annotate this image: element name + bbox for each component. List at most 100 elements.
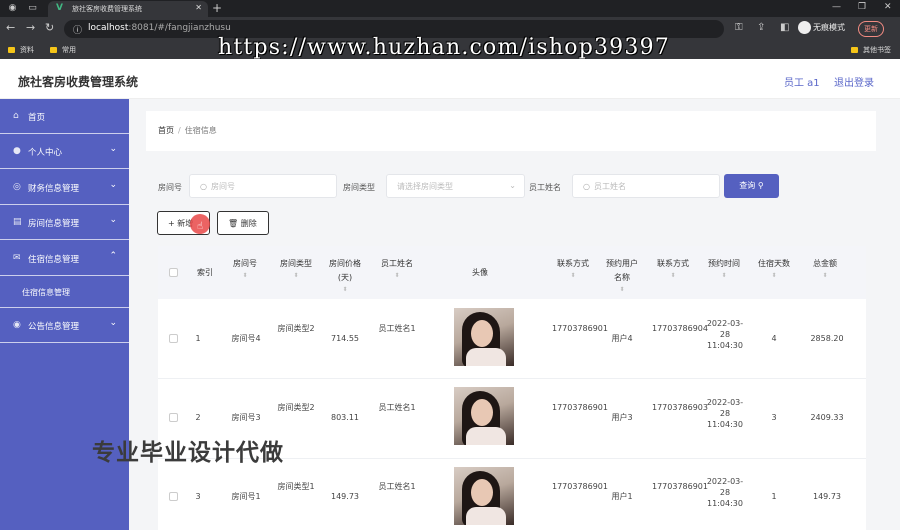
click-cursor-indicator: ☝ (190, 214, 210, 234)
cell-room-no: 房间号4 (231, 334, 261, 343)
column-header[interactable]: 联系方式 ⬍ (651, 257, 695, 280)
select-all-checkbox[interactable] (169, 268, 178, 277)
cell-booking-time: 2022-03-28 11:04:30 (706, 398, 744, 429)
reload-icon[interactable]: ↻ (45, 21, 54, 34)
current-user[interactable]: 员工 a1 (784, 74, 820, 89)
share-icon[interactable]: ⇪ (757, 22, 765, 33)
table-header: 索引 房间号 ⬍ 房间类型 ⬍ 房间价格(天) ⬍ 员工姓名 ⬍ 头像 联系方式 ⬍ 预约… (158, 246, 866, 299)
incognito-avatar (798, 21, 811, 34)
chevron-down-icon: ⌄ (109, 318, 117, 328)
room-no-input[interactable]: ○ 房间号 (189, 174, 337, 198)
site-info-icon[interactable]: ⓘ (73, 23, 82, 36)
sidebar-item-lodging[interactable]: ✉ 住宿信息管理 ⌃ (0, 241, 129, 276)
avatar (454, 308, 514, 366)
finance-icon: ◎ (13, 182, 21, 192)
forward-icon[interactable]: → (26, 21, 35, 34)
search-icon: ○ (583, 182, 590, 191)
column-header[interactable]: 预约时间 ⬍ (702, 257, 746, 280)
mail-icon: ✉ (13, 253, 21, 263)
sort-icon[interactable]: ⬍ (603, 285, 641, 294)
cell-staff-name: 员工姓名1 (378, 482, 416, 491)
cell-user-name: 用户4 (611, 334, 633, 343)
sidebar-item-label: 房间信息管理 (28, 219, 80, 229)
sort-icon[interactable]: ⬍ (803, 271, 847, 280)
column-header[interactable]: 预约用户名称 ⬍ (603, 257, 641, 294)
cell-total: 2409.33 (810, 413, 844, 422)
app-header: 旅社客房收费管理系统 员工 a1 退出登录 (0, 59, 900, 99)
cell-days: 1 (771, 492, 777, 501)
sidebar-item-label: 首页 (28, 113, 46, 123)
column-header[interactable]: 头像 (458, 266, 502, 280)
maximize-icon[interactable]: ❐ (858, 2, 866, 12)
side-panel-icon[interactable]: ◧ (780, 22, 789, 33)
sidebar-item-personal-center[interactable]: ● 个人中心 ⌄ (0, 134, 129, 169)
table-row[interactable]: 3 房间号1 房间类型1 149.73 员工姓名1 17703786901 用户… (158, 459, 866, 530)
cell-user-contact: 17703786904 (652, 324, 708, 333)
cell-staff-name: 员工姓名1 (378, 403, 416, 412)
search-icon: ○ (200, 182, 207, 191)
browser-tab[interactable]: V 旅社客房收费管理系统 ✕ (48, 1, 208, 17)
sort-icon[interactable]: ⬍ (275, 271, 317, 280)
cell-user-contact: 17703786901 (652, 482, 708, 491)
other-bookmarks[interactable]: 其他书签 (851, 45, 891, 55)
lodging-table: 索引 房间号 ⬍ 房间类型 ⬍ 房间价格(天) ⬍ 员工姓名 ⬍ 头像 联系方式 ⬍ 预约… (158, 246, 866, 530)
sidebar-item-notices[interactable]: ◉ 公告信息管理 ⌄ (0, 308, 129, 343)
cell-days: 4 (771, 334, 777, 343)
sidebar-item-rooms[interactable]: ▤ 房间信息管理 ⌄ (0, 205, 129, 240)
chevron-down-icon: ⌄ (109, 180, 117, 190)
sort-icon[interactable]: ⬍ (702, 271, 746, 280)
sort-icon[interactable]: ⬍ (375, 271, 419, 280)
column-header[interactable]: 总金额 ⬍ (803, 257, 847, 280)
sort-icon[interactable]: ⬍ (651, 271, 695, 280)
chevron-down-icon: ⌄ (109, 144, 117, 154)
breadcrumb-card: 首页 / 住宿信息 (146, 111, 876, 151)
avatar (454, 467, 514, 525)
sidebar-item-home[interactable]: ⌂ 首页 (0, 99, 129, 134)
chevron-down-icon: ⌄ (509, 181, 516, 190)
bookmark-item[interactable]: 资料 (8, 45, 34, 55)
minimize-icon[interactable]: — (832, 2, 841, 12)
back-icon[interactable]: ← (6, 21, 15, 34)
sidebar-subitem-lodging-info[interactable]: 住宿信息管理 (0, 276, 129, 308)
column-header[interactable]: 房间类型 ⬍ (275, 257, 317, 280)
browser-menu-icon[interactable]: ◉ (6, 2, 19, 15)
new-tab-icon[interactable]: + (212, 1, 222, 15)
bookmark-label: 其他书签 (863, 46, 891, 54)
table-row[interactable]: 1 房间号4 房间类型2 714.55 员工姓名1 17703786901 用户… (158, 299, 866, 379)
query-button-label: 查询 (739, 181, 756, 190)
column-header[interactable]: 联系方式 ⬍ (551, 257, 595, 280)
logout-link[interactable]: 退出登录 (834, 74, 874, 89)
sort-icon[interactable]: ⬍ (226, 271, 264, 280)
window-close-icon[interactable]: ✕ (884, 2, 892, 12)
room-type-select[interactable]: 请选择房间类型 ⌄ (386, 174, 525, 198)
row-checkbox[interactable] (169, 413, 178, 422)
sidebar-item-finance[interactable]: ◎ 财务信息管理 ⌄ (0, 170, 129, 205)
tab-close-icon[interactable]: ✕ (195, 3, 202, 12)
column-header[interactable]: 住宿天数 ⬍ (752, 257, 796, 280)
delete-button[interactable]: 🗑 删除 (217, 211, 269, 235)
sort-icon[interactable]: ⬍ (752, 271, 796, 280)
row-checkbox[interactable] (169, 492, 178, 501)
cell-user-name: 用户3 (611, 413, 633, 422)
breadcrumb-home[interactable]: 首页 (158, 126, 174, 135)
cell-room-no: 房间号1 (231, 492, 261, 501)
column-header[interactable]: 员工姓名 ⬍ (375, 257, 419, 280)
column-header[interactable]: 房间价格(天) ⬍ (326, 257, 364, 294)
query-button[interactable]: 查询 ⚲ (724, 174, 779, 198)
column-header[interactable]: 索引 (188, 266, 222, 280)
staff-name-label: 员工姓名 (529, 183, 561, 192)
incognito-indicator[interactable]: 无痕模式 (798, 21, 845, 34)
update-button[interactable]: 更新 (858, 21, 884, 37)
row-checkbox[interactable] (169, 334, 178, 343)
staff-name-input[interactable]: ○ 员工姓名 (572, 174, 720, 198)
avatar (454, 387, 514, 445)
sort-icon[interactable]: ⬍ (551, 271, 595, 280)
sort-icon[interactable]: ⬍ (326, 285, 364, 294)
room-no-placeholder: 房间号 (210, 182, 235, 191)
tab-search-icon[interactable]: ▭ (26, 2, 39, 15)
key-icon[interactable]: ⚿ (735, 22, 743, 33)
column-header[interactable]: 房间号 ⬍ (226, 257, 264, 280)
vue-logo-icon: V (56, 3, 63, 13)
bookmark-item[interactable]: 常用 (50, 45, 76, 55)
hand-cursor-icon: ☝ (197, 221, 204, 232)
